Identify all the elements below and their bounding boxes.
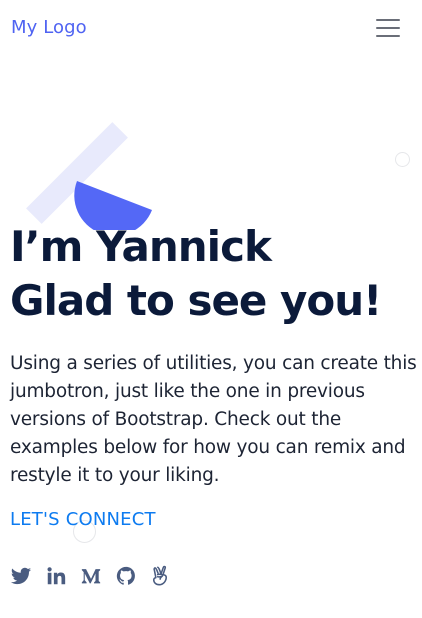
hero-title-line-1: I’m Yannick (10, 222, 272, 271)
hero-title-line-2: Glad to see you! (10, 276, 382, 325)
hamburger-line (376, 35, 400, 37)
hamburger-menu-icon[interactable] (376, 18, 400, 38)
lets-connect-link[interactable]: LET'S CONNECT (10, 509, 156, 530)
navbar: My Logo (0, 0, 422, 58)
hero-lead-text: Using a series of utilities, you can cre… (10, 353, 417, 486)
angellist-icon[interactable] (150, 565, 172, 587)
social-links (10, 565, 185, 587)
hamburger-line (376, 27, 400, 29)
github-icon[interactable] (115, 565, 137, 587)
linkedin-icon[interactable] (45, 565, 67, 587)
twitter-icon[interactable] (10, 565, 32, 587)
hamburger-line (376, 19, 400, 21)
decorative-ring (395, 152, 410, 167)
hero-title: I’m Yannick Glad to see you! (10, 220, 382, 328)
decorative-half-circle (74, 181, 152, 230)
logo-link[interactable]: My Logo (11, 17, 87, 38)
medium-icon[interactable] (80, 565, 102, 587)
